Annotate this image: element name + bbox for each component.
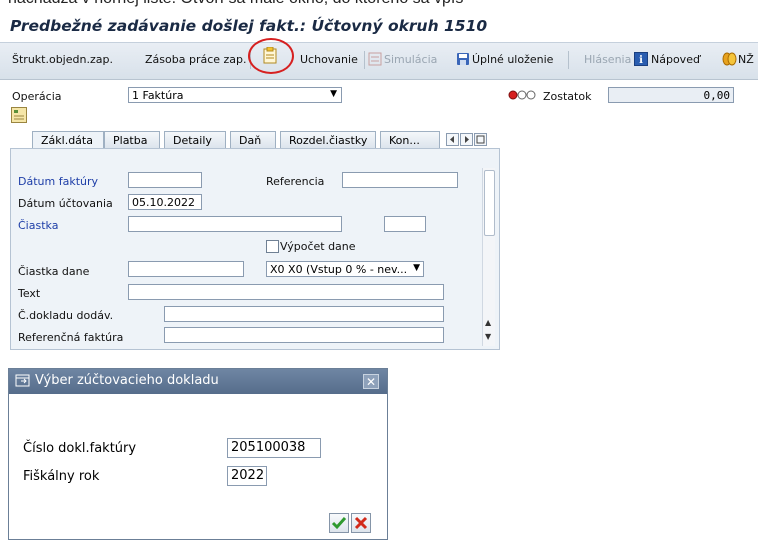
dialog-window-icon: [15, 374, 30, 387]
operation-label: Operácia: [12, 90, 62, 103]
posting-date-input[interactable]: 05.10.2022: [128, 194, 202, 210]
posting-date-label: Dátum účtovania: [18, 197, 113, 210]
toolbar-button-hold[interactable]: Uchovanie: [300, 53, 358, 66]
calculate-tax-checkbox[interactable]: [266, 240, 279, 253]
scroll-up-icon[interactable]: ▲: [485, 318, 491, 327]
toolbar-button-complete-save[interactable]: Úplné uloženie: [472, 53, 553, 66]
reference-invoice-input[interactable]: [164, 327, 444, 343]
operation-value: 1 Faktúra: [132, 89, 184, 102]
checkmark-icon: [331, 517, 347, 530]
tax-amount-label: Čiastka dane: [18, 265, 90, 278]
reference-input[interactable]: [342, 172, 458, 188]
currency-input[interactable]: [384, 216, 426, 232]
toolbar-button-help[interactable]: Nápoveď: [651, 53, 700, 66]
document-text: nachádza v hornej lište. Otvorí sa malé …: [8, 0, 463, 8]
calculate-tax-label: Výpočet dane: [280, 240, 356, 253]
invoice-number-input[interactable]: 205100038: [227, 438, 321, 458]
tab-label: Detaily: [173, 134, 212, 147]
simulate-icon[interactable]: [368, 52, 382, 66]
invoice-date-label: Dátum faktúry: [18, 175, 99, 188]
highlight-circle: [248, 38, 294, 74]
tab-label: Rozdel.čiastky: [289, 134, 368, 147]
vendor-document-input[interactable]: [164, 306, 444, 322]
cross-icon: [354, 516, 368, 530]
balance-label: Zostatok: [543, 90, 592, 103]
tax-amount-input[interactable]: [128, 261, 244, 277]
scrollbar-thumb[interactable]: [484, 170, 495, 236]
toolbar-separator: [568, 51, 569, 69]
form-scrollbar[interactable]: ▲ ▼: [482, 168, 495, 346]
select-document-dialog: Výber zúčtovacieho dokladu ✕ Číslo dokl.…: [8, 368, 388, 540]
tab-label: Zákl.dáta: [41, 134, 93, 147]
toolbar-button-structured-order[interactable]: Štrukt.objedn.zap.: [12, 53, 113, 66]
vendor-document-label: Č.dokladu dodáv.: [18, 309, 114, 322]
invoice-number-label: Číslo dokl.faktúry: [23, 441, 137, 456]
fiscal-year-label: Fiškálny rok: [23, 469, 100, 484]
dialog-titlebar: Výber zúčtovacieho dokladu ✕: [9, 369, 387, 394]
tab-label: Platba: [113, 134, 148, 147]
tab-label: Kon...: [389, 134, 420, 147]
text-input[interactable]: [128, 284, 444, 300]
operation-dropdown[interactable]: 1 Faktúra ▼: [128, 87, 342, 103]
dialog-title: Výber zúčtovacieho dokladu: [35, 373, 219, 388]
tab-contact[interactable]: Kon...: [380, 131, 440, 149]
tab-payment[interactable]: Platba: [104, 131, 160, 149]
toolbar-button-messages[interactable]: Hlásenia: [584, 53, 631, 66]
chevron-down-icon: ▼: [330, 89, 337, 99]
text-label: Text: [18, 287, 41, 300]
tab-navigation-icons[interactable]: [446, 133, 498, 147]
close-icon[interactable]: ✕: [363, 374, 379, 389]
amount-label: Čiastka: [18, 219, 59, 232]
save-icon[interactable]: [456, 52, 470, 66]
help-icon[interactable]: i: [634, 52, 648, 66]
tab-tax[interactable]: Daň: [230, 131, 276, 149]
coins-icon[interactable]: [722, 52, 738, 66]
scroll-down-icon[interactable]: ▼: [485, 332, 491, 341]
confirm-button[interactable]: [329, 513, 349, 533]
svg-text:i: i: [639, 55, 643, 66]
tab-amount-split[interactable]: Rozdel.čiastky: [280, 131, 376, 149]
toolbar-button-worklist[interactable]: Zásoba práce zap.: [145, 53, 247, 66]
balance-field: 0,00: [608, 87, 734, 103]
tab-label: Daň: [239, 134, 262, 147]
status-lights-icon: [508, 90, 536, 100]
toolbar-separator: [364, 51, 365, 69]
tax-code-dropdown[interactable]: X0 X0 (Vstup 0 % - nev... ▼: [266, 261, 424, 277]
tab-basic-data[interactable]: Zákl.dáta: [32, 131, 104, 149]
cancel-button[interactable]: [351, 513, 371, 533]
reference-label: Referencia: [266, 175, 325, 188]
invoice-date-input[interactable]: [128, 172, 202, 188]
chevron-down-icon: ▼: [413, 263, 420, 273]
reference-invoice-label: Referenčná faktúra: [18, 331, 124, 344]
tax-code-value: X0 X0 (Vstup 0 % - nev...: [270, 263, 408, 276]
tab-details[interactable]: Detaily: [164, 131, 226, 149]
amount-input[interactable]: [128, 216, 342, 232]
toolbar-button-simulate[interactable]: Simulácia: [384, 53, 437, 66]
fiscal-year-input[interactable]: 2022: [227, 466, 267, 486]
layout-icon[interactable]: [11, 107, 27, 123]
toolbar-button-nz[interactable]: NŽ: [738, 53, 754, 66]
window-title: Predbežné zadávanie došlej fakt.: Účtovn…: [10, 17, 488, 35]
